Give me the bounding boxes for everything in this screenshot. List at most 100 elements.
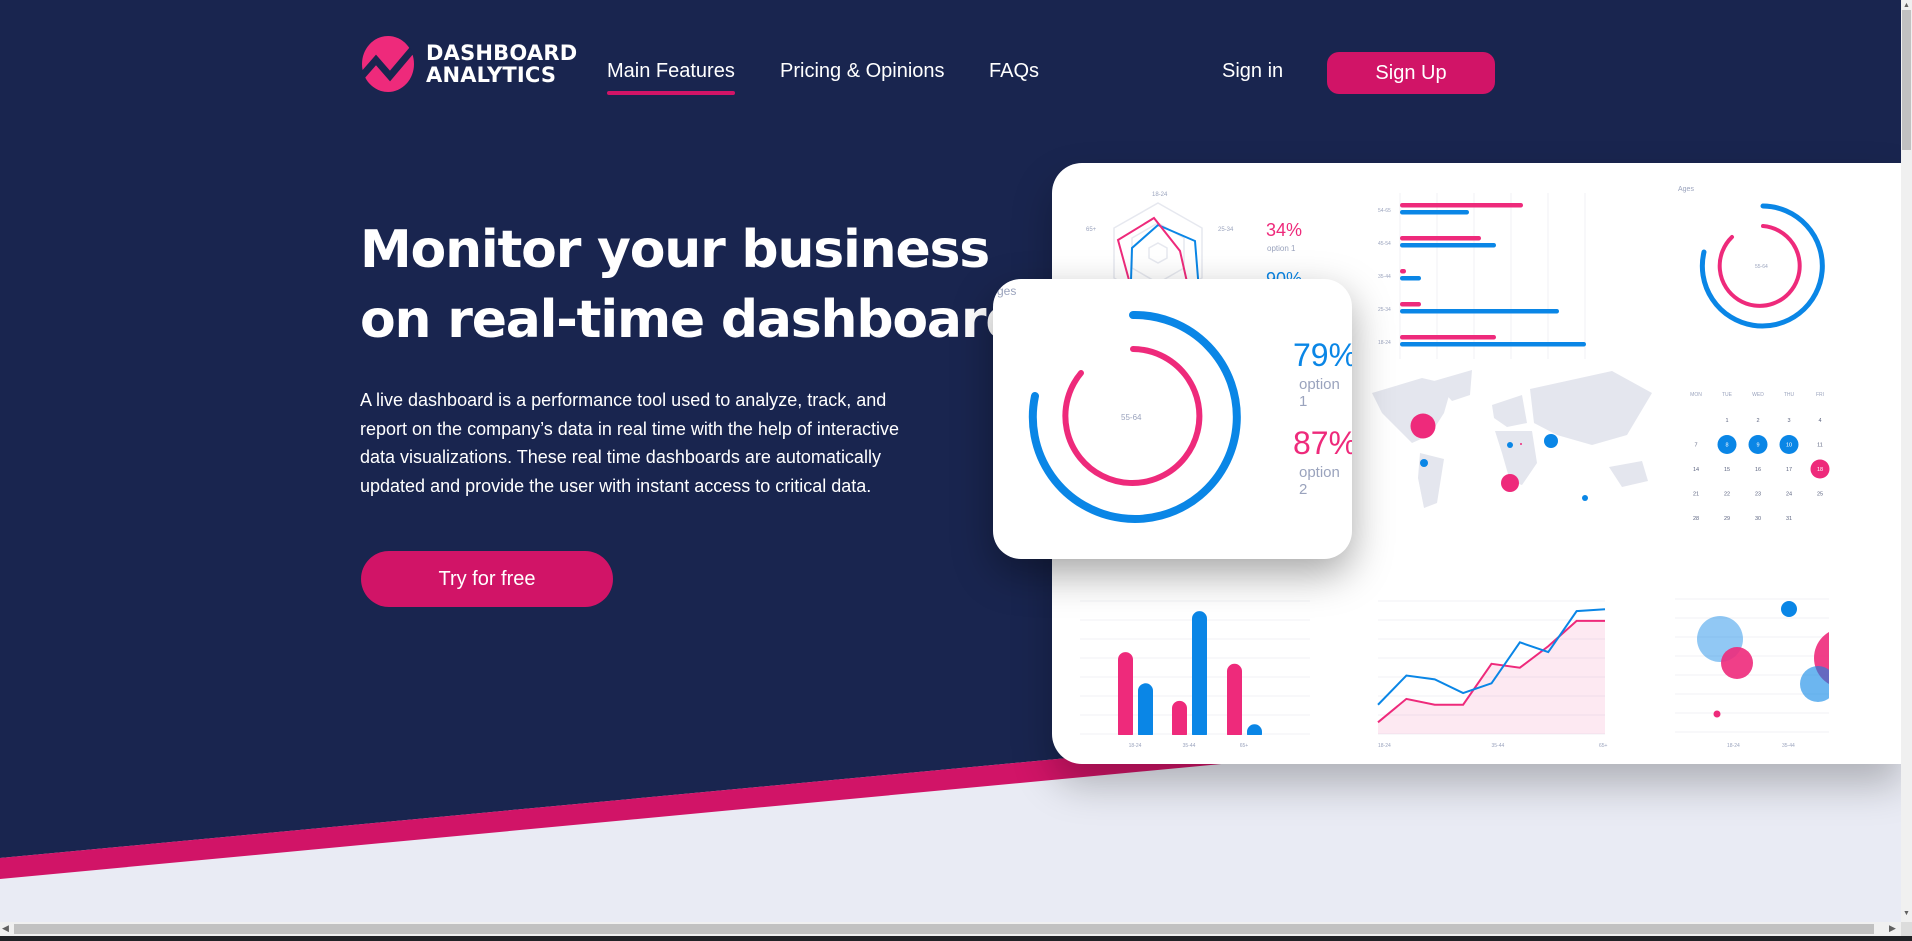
calendar-day: 28 xyxy=(1693,516,1699,522)
calendar-day: 1 xyxy=(1725,418,1728,424)
calendar-weekday: MON xyxy=(1690,392,1702,398)
logo[interactable]: DASHBOARD ANALYTICS xyxy=(360,36,577,92)
bubble xyxy=(1721,647,1753,679)
vertical-scrollbar[interactable]: ▲ ▼ xyxy=(1901,0,1912,922)
radar-axis-label: 18-24 xyxy=(1152,192,1168,198)
float-stat-1-value: 79% xyxy=(1293,337,1352,373)
hbar-bar xyxy=(1400,203,1523,208)
hbar-category-label: 25-34 xyxy=(1378,307,1391,313)
map-bubble xyxy=(1544,434,1558,448)
map-bubble xyxy=(1520,443,1522,445)
calendar-day: 2 xyxy=(1756,418,1759,424)
horizontal-scroll-thumb[interactable] xyxy=(14,924,1874,934)
hbar-category-label: 35-44 xyxy=(1378,274,1391,280)
calendar-day: 24 xyxy=(1786,492,1792,498)
calendar-widget: MON TUE WED THU FRI1 2 3 47 8 9 10 1114 15 16 17 1821 22… xyxy=(1690,392,1830,522)
map-bubble xyxy=(1507,442,1513,448)
column-bar xyxy=(1227,663,1242,741)
calendar-day: 10 xyxy=(1786,443,1792,449)
line-x-label: 18-24 xyxy=(1378,743,1391,749)
radar-stat-1-value: 34% xyxy=(1266,220,1302,240)
column-x-label: 65+ xyxy=(1240,743,1249,749)
hbar-bar xyxy=(1400,269,1406,274)
hero-description: A live dashboard is a performance tool u… xyxy=(360,390,899,496)
scrollbar-corner xyxy=(1901,922,1912,936)
map-bubble xyxy=(1582,495,1588,501)
headline-line-1: Monitor your business xyxy=(360,220,990,280)
logo-line-2: ANALYTICS xyxy=(426,63,557,87)
calendar-day: 7 xyxy=(1694,443,1697,449)
column-bar xyxy=(1138,683,1153,741)
vertical-scroll-thumb[interactable] xyxy=(1902,10,1911,150)
calendar-day: 31 xyxy=(1786,516,1792,522)
hbar-category-label: 54-65 xyxy=(1378,208,1391,214)
calendar-day: 29 xyxy=(1724,516,1730,522)
hbar-category-label: 18-24 xyxy=(1378,340,1391,346)
calendar-day: 25 xyxy=(1817,492,1823,498)
calendar-day: 9 xyxy=(1756,443,1759,449)
hbar-bar xyxy=(1400,243,1496,248)
hbar-bar xyxy=(1400,342,1586,347)
horizontal-scrollbar[interactable]: ◀ ▶ xyxy=(0,922,1901,936)
hbar-bar xyxy=(1400,335,1496,340)
floating-donut-card: ges 55-64 79% option 1 87% option 2 xyxy=(993,279,1352,559)
sign-in-link[interactable]: Sign in xyxy=(1222,60,1283,83)
calendar-weekday: FRI xyxy=(1816,392,1824,398)
column-bar xyxy=(1172,700,1187,741)
calendar-day: 21 xyxy=(1693,492,1699,498)
calendar-weekday: WED xyxy=(1752,392,1764,398)
bubble xyxy=(1713,710,1721,718)
bubble-x-label: 35-44 xyxy=(1782,743,1795,749)
line-chart: 18-24 35-44 65+ xyxy=(1377,600,1608,749)
small-donut-title: Ages xyxy=(1678,186,1694,193)
calendar-day: 22 xyxy=(1724,492,1730,498)
float-stat-2-value: 87% xyxy=(1293,425,1352,461)
float-stat-2-label: option 2 xyxy=(1299,464,1340,498)
calendar-day: 14 xyxy=(1693,467,1699,473)
taskbar-edge xyxy=(0,936,1912,941)
bubble-x-label: 18-24 xyxy=(1727,743,1740,749)
column-x-label: 18-24 xyxy=(1129,743,1142,749)
map-bubble xyxy=(1501,474,1519,492)
scroll-left-arrow[interactable]: ◀ xyxy=(2,923,9,934)
hbar-bar xyxy=(1400,309,1559,314)
float-stat-1-label: option 1 xyxy=(1299,376,1340,410)
column-x-label: 35-44 xyxy=(1183,743,1196,749)
logo-icon xyxy=(360,36,415,92)
scroll-up-arrow[interactable]: ▲ xyxy=(1903,2,1910,10)
floating-donut-chart: 55-64 xyxy=(1028,310,1241,523)
column-bar xyxy=(1118,652,1133,741)
nav-pricing-opinions[interactable]: Pricing & Opinions xyxy=(780,60,945,83)
column-chart: 18-24 35-44 65+ xyxy=(1072,600,1312,749)
horizontal-bar-chart: 54-65 45-54 35-44 25-34 18-24 xyxy=(1378,193,1586,359)
radar-axis-label: 25-34 xyxy=(1218,227,1234,233)
calendar-day: 18 xyxy=(1817,467,1823,473)
small-donut-center: 55-64 xyxy=(1755,264,1768,270)
nav-faqs[interactable]: FAQs xyxy=(989,60,1039,83)
radar-axis-label: 65+ xyxy=(1086,227,1097,233)
hero-headline: Monitor your business on real-time dashb… xyxy=(360,215,1022,355)
scroll-right-arrow[interactable]: ▶ xyxy=(1889,923,1896,934)
line-x-label: 35-44 xyxy=(1492,743,1505,749)
radar-stat-1-label: option 1 xyxy=(1267,244,1296,253)
map-bubble xyxy=(1420,459,1428,467)
logo-line-1: DASHBOARD xyxy=(426,41,578,65)
calendar-weekday: THU xyxy=(1784,392,1795,398)
try-for-free-button[interactable]: Try for free xyxy=(361,551,613,607)
calendar-day: 30 xyxy=(1755,516,1761,522)
line-x-label: 65+ xyxy=(1599,743,1608,749)
bubble xyxy=(1781,601,1797,617)
bubble-chart: 18-24 35-44 xyxy=(1675,583,1901,749)
calendar-day: 17 xyxy=(1786,467,1792,473)
top-nav: DASHBOARD ANALYTICS Main Features Pricin… xyxy=(0,0,1901,140)
float-donut-center: 55-64 xyxy=(1121,413,1142,422)
nav-main-features[interactable]: Main Features xyxy=(607,60,735,95)
sign-up-button[interactable]: Sign Up xyxy=(1327,52,1495,94)
hbar-bar xyxy=(1400,276,1421,281)
hbar-bar xyxy=(1400,236,1481,241)
map-bubble xyxy=(1410,413,1436,439)
scroll-down-arrow[interactable]: ▼ xyxy=(1903,910,1910,918)
calendar-day: 16 xyxy=(1755,467,1761,473)
headline-line-2: on real-time dashboard xyxy=(360,290,1022,350)
calendar-day: 15 xyxy=(1724,467,1730,473)
